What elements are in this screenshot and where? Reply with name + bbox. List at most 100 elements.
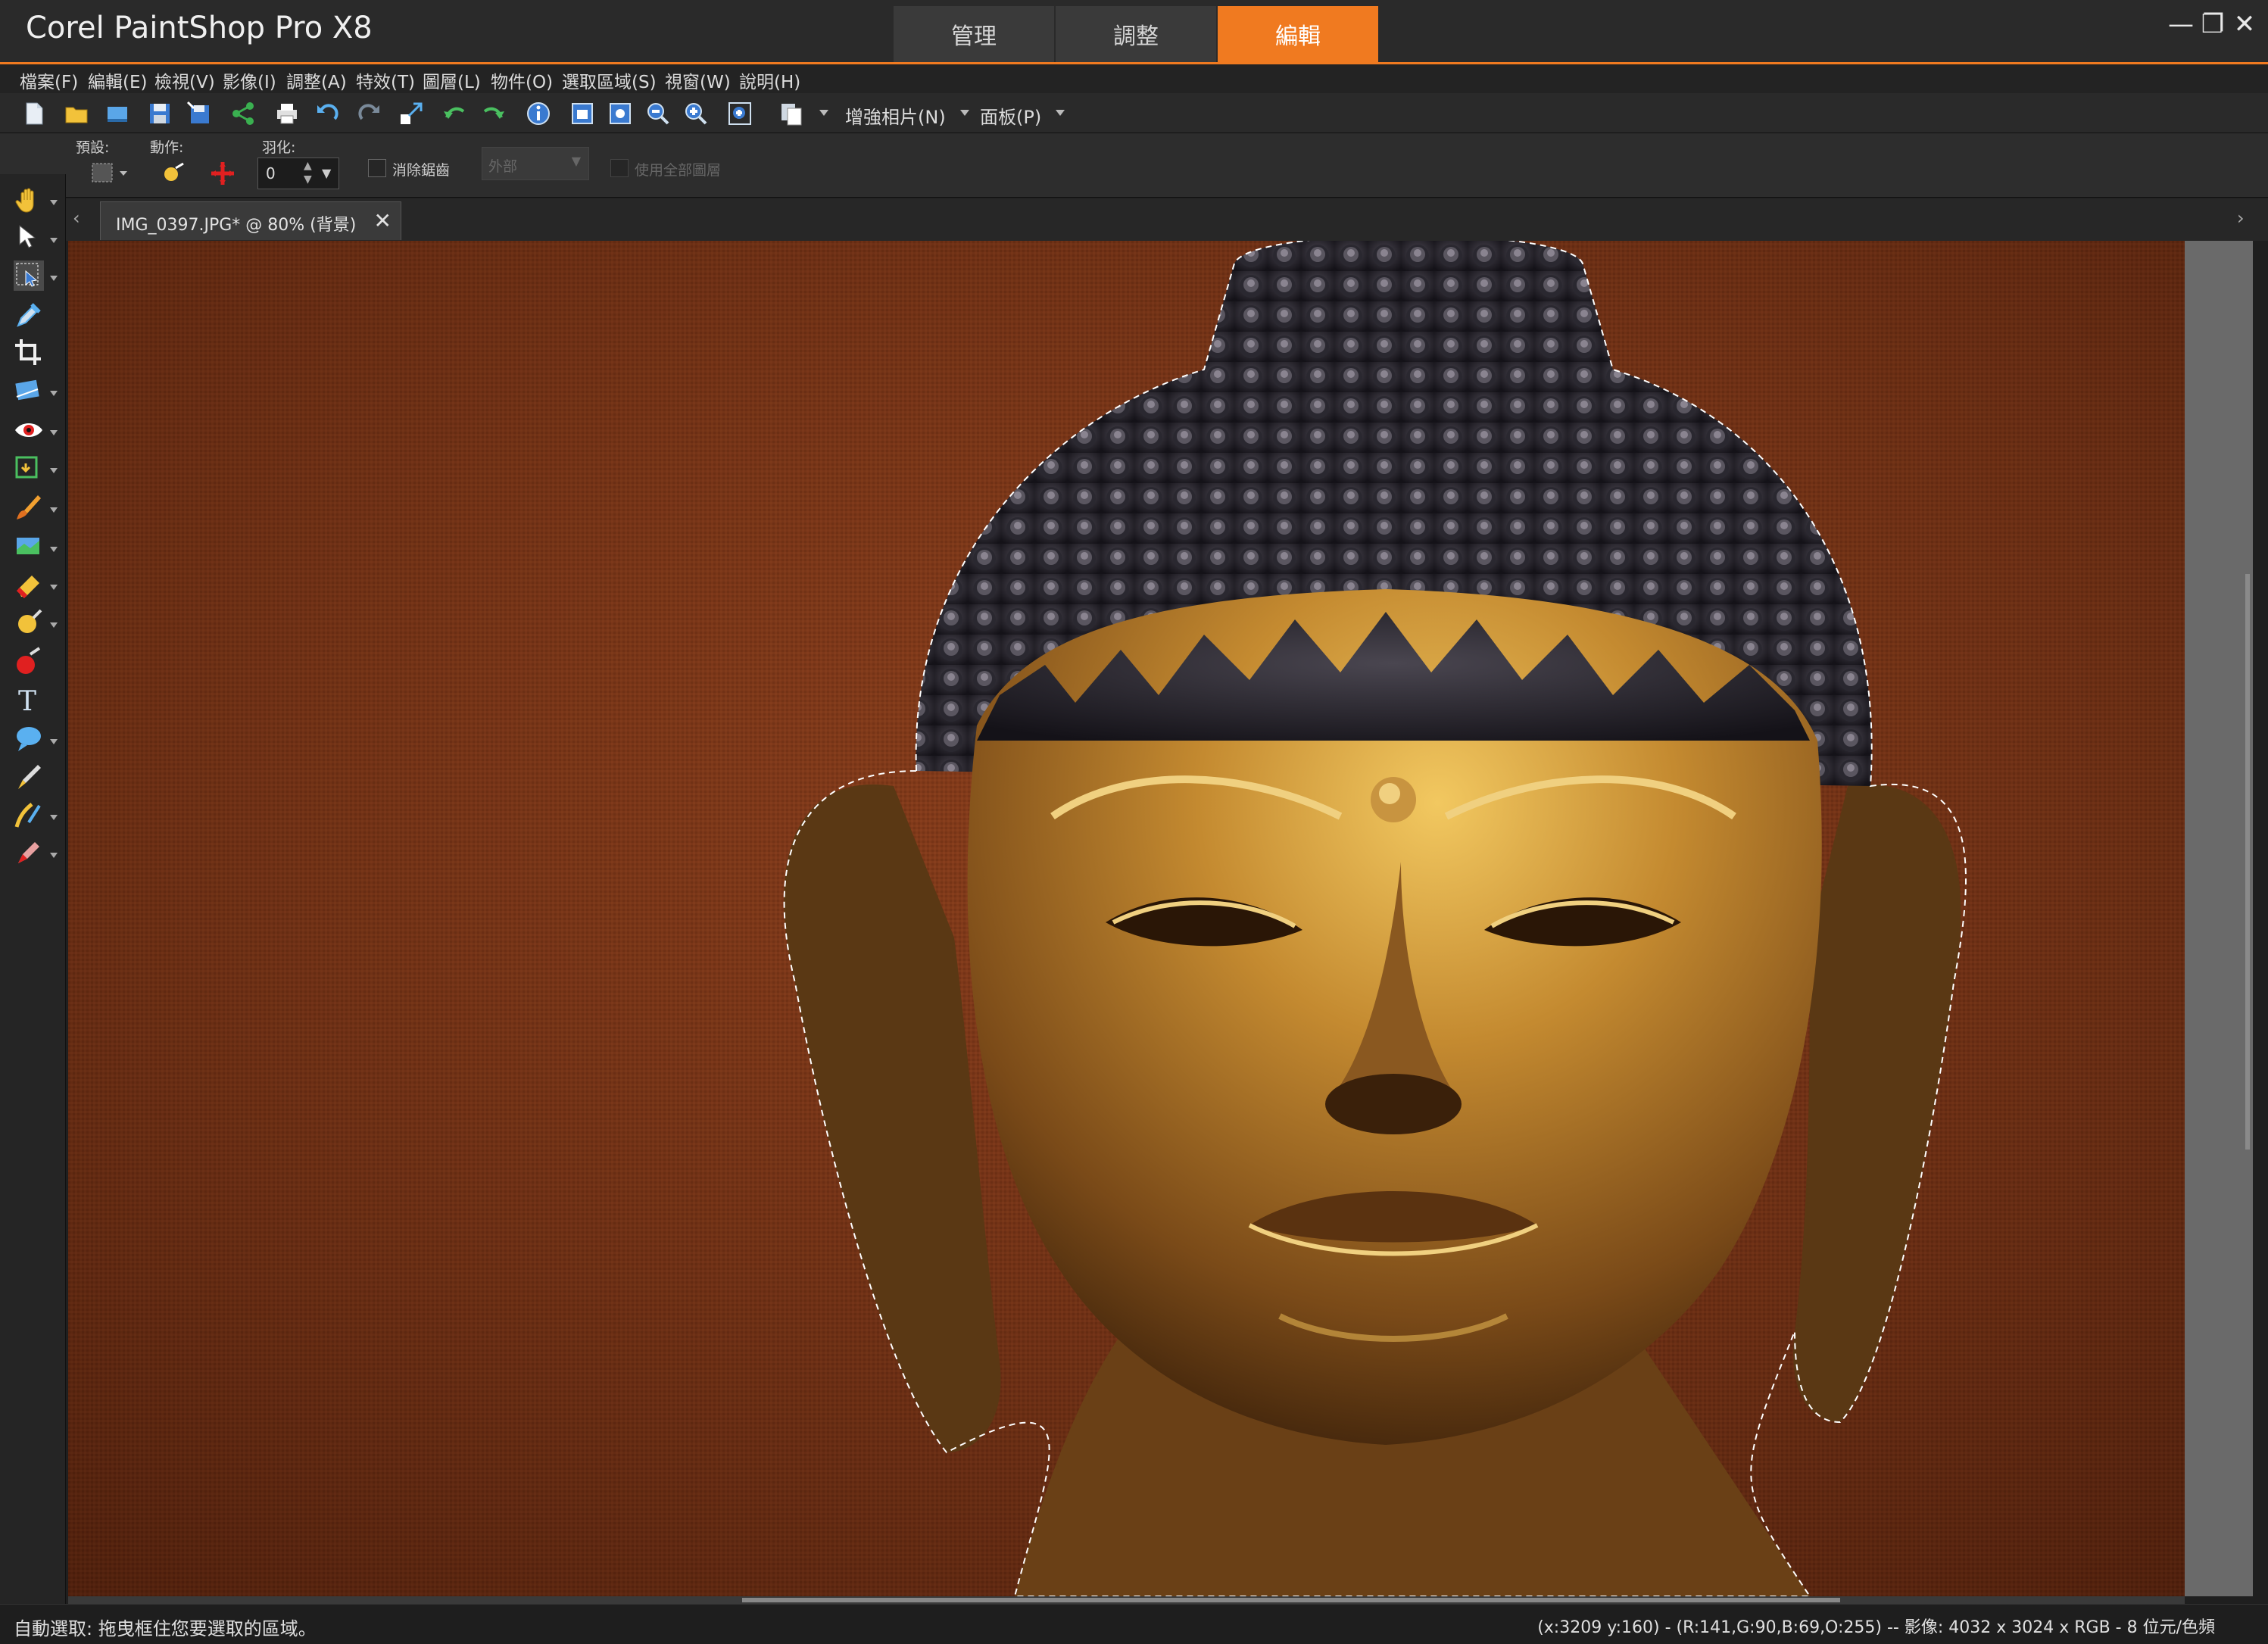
preset-shape-tool-icon[interactable] xyxy=(14,724,44,754)
menu-window[interactable]: 視窗(W) xyxy=(665,67,731,93)
crop-tool-icon[interactable] xyxy=(14,338,44,368)
action-label: 動作: xyxy=(150,139,184,156)
minimize-button[interactable]: — xyxy=(2166,9,2196,39)
status-bar: 自動選取: 拖曳框住您要選取的區域。 (x:3209 y:160) - (R:1… xyxy=(0,1604,2268,1644)
feather-value[interactable]: 0 xyxy=(266,164,276,182)
paint-brush-tool-icon[interactable] xyxy=(14,492,44,523)
menu-objects[interactable]: 物件(O) xyxy=(491,67,553,93)
red-eye-tool-icon[interactable] xyxy=(14,415,44,445)
text-tool-icon[interactable]: T xyxy=(14,685,44,715)
paint-brush-tool-dropdown-icon[interactable] xyxy=(50,507,58,513)
menu-selections[interactable]: 選取區域(S) xyxy=(562,67,657,93)
buddha-photo[interactable] xyxy=(68,241,2185,1596)
fit-icon[interactable] xyxy=(569,101,595,126)
dropper-tool-icon[interactable] xyxy=(14,300,44,330)
spin-down-icon[interactable]: ▼ xyxy=(304,173,312,186)
vertical-scrollbar[interactable] xyxy=(2185,241,2253,1596)
straighten-tool-icon[interactable] xyxy=(14,376,44,406)
auto-selection-action-icon[interactable] xyxy=(161,161,188,186)
rotate-left-icon[interactable] xyxy=(442,101,468,126)
menu-effects[interactable]: 特效(T) xyxy=(356,67,415,93)
menu-file[interactable]: 檔案(F) xyxy=(20,67,78,93)
zoom-in-icon[interactable] xyxy=(683,101,709,126)
menu-adjust[interactable]: 調整(A) xyxy=(286,67,347,93)
dodge-tool-dropdown-icon[interactable] xyxy=(50,622,58,628)
eraser-tool-icon[interactable] xyxy=(14,569,44,600)
add-remove-icon[interactable] xyxy=(209,161,236,186)
undo-icon[interactable] xyxy=(315,101,341,126)
actual-size-icon[interactable] xyxy=(607,101,633,126)
document-tab[interactable]: IMG_0397.JPG* @ 80% (背景) ✕ xyxy=(100,201,401,240)
pan-tool-dropdown-icon[interactable] xyxy=(50,200,58,205)
copy-dropdown-icon[interactable] xyxy=(819,110,828,116)
shape-tool-dropdown-icon[interactable] xyxy=(50,739,58,744)
feather-stepper[interactable]: 0 ▲ ▼ ▼ xyxy=(257,158,339,189)
image-canvas[interactable] xyxy=(68,241,2185,1596)
share-icon[interactable] xyxy=(230,101,256,126)
art-media-tool-icon[interactable] xyxy=(14,800,44,830)
style-dropdown-icon[interactable]: ▼ xyxy=(572,154,581,168)
style-select-value[interactable]: 外部 xyxy=(488,155,517,176)
feather-dropdown-icon[interactable]: ▼ xyxy=(322,166,331,180)
menu-view[interactable]: 檢視(V) xyxy=(154,67,215,93)
maximize-button[interactable]: ❐ xyxy=(2198,9,2228,39)
flood-fill-tool-icon[interactable] xyxy=(14,647,44,677)
tab-scroll-right-icon[interactable]: › xyxy=(2237,207,2245,229)
close-button[interactable]: ✕ xyxy=(2229,9,2260,39)
resize-icon[interactable] xyxy=(398,101,424,126)
menu-bar: 檔案(F) 編輯(E) 檢視(V) 影像(I) 調整(A) 特效(T) 圖層(L… xyxy=(0,64,2268,93)
pick-tool-dropdown-icon[interactable] xyxy=(50,238,58,243)
save-as-icon[interactable] xyxy=(186,101,212,126)
horizontal-scrollbar[interactable] xyxy=(68,1596,2185,1604)
tab-manage[interactable]: 管理 xyxy=(894,6,1054,62)
horizontal-scroll-thumb[interactable] xyxy=(742,1598,1840,1602)
save-icon[interactable] xyxy=(147,101,173,126)
clone-brush-tool-icon[interactable] xyxy=(14,532,44,562)
selection-tool-dropdown-icon[interactable] xyxy=(50,276,58,281)
red-eye-tool-dropdown-icon[interactable] xyxy=(50,430,58,435)
enhance-photo-button[interactable]: 增強相片(N) xyxy=(845,102,946,129)
clone-brush-tool-dropdown-icon[interactable] xyxy=(50,547,58,552)
art-media-tool-dropdown-icon[interactable] xyxy=(50,815,58,820)
straighten-tool-dropdown-icon[interactable] xyxy=(50,391,58,396)
menu-layers[interactable]: 圖層(L) xyxy=(423,67,481,93)
spin-up-icon[interactable]: ▲ xyxy=(304,160,312,172)
color-replacer-tool-dropdown-icon[interactable] xyxy=(50,853,58,858)
object-remover-tool-icon[interactable] xyxy=(14,453,44,483)
dodge-tool-icon[interactable] xyxy=(14,607,44,638)
pen-tool-icon[interactable] xyxy=(14,762,44,792)
menu-image[interactable]: 影像(I) xyxy=(223,67,276,93)
info-icon[interactable] xyxy=(526,101,551,126)
close-icon[interactable]: ✕ xyxy=(374,208,392,233)
rotate-right-icon[interactable] xyxy=(480,101,506,126)
panels-button[interactable]: 面板(P) xyxy=(980,102,1041,129)
zoom-out-icon[interactable] xyxy=(645,101,671,126)
enhance-dropdown-icon[interactable] xyxy=(960,110,969,116)
tab-adjust[interactable]: 調整 xyxy=(1056,6,1216,62)
new-icon[interactable] xyxy=(21,101,47,126)
scan-icon[interactable] xyxy=(105,101,130,126)
pan-tool-icon[interactable] xyxy=(14,185,44,215)
zoom-window-icon[interactable] xyxy=(727,101,753,126)
preset-label: 預設: xyxy=(76,139,110,156)
print-icon[interactable] xyxy=(274,101,300,126)
vertical-scroll-thumb[interactable] xyxy=(2245,574,2250,1150)
document-tab-label[interactable]: IMG_0397.JPG* @ 80% (背景) xyxy=(116,211,356,236)
panels-dropdown-icon[interactable] xyxy=(1056,110,1065,116)
menu-edit[interactable]: 編輯(E) xyxy=(88,67,147,93)
eraser-tool-dropdown-icon[interactable] xyxy=(50,585,58,590)
antialias-checkbox[interactable] xyxy=(368,159,386,177)
menu-help[interactable]: 說明(H) xyxy=(739,67,800,93)
copy-merged-icon[interactable] xyxy=(778,101,804,126)
use-all-layers-checkbox[interactable] xyxy=(610,159,629,177)
tab-edit[interactable]: 編輯 xyxy=(1218,6,1378,62)
redo-icon[interactable] xyxy=(356,101,382,126)
preset-dropdown-icon[interactable] xyxy=(89,159,129,186)
color-replacer-tool-icon[interactable] xyxy=(14,838,44,868)
object-remover-tool-dropdown-icon[interactable] xyxy=(50,468,58,473)
pick-tool-icon[interactable] xyxy=(14,223,44,253)
tab-scroll-left-icon[interactable]: ‹ xyxy=(73,207,80,229)
style-select[interactable]: 外部 ▼ xyxy=(482,147,589,180)
open-icon[interactable] xyxy=(64,101,89,126)
auto-selection-tool-icon[interactable] xyxy=(14,260,44,291)
